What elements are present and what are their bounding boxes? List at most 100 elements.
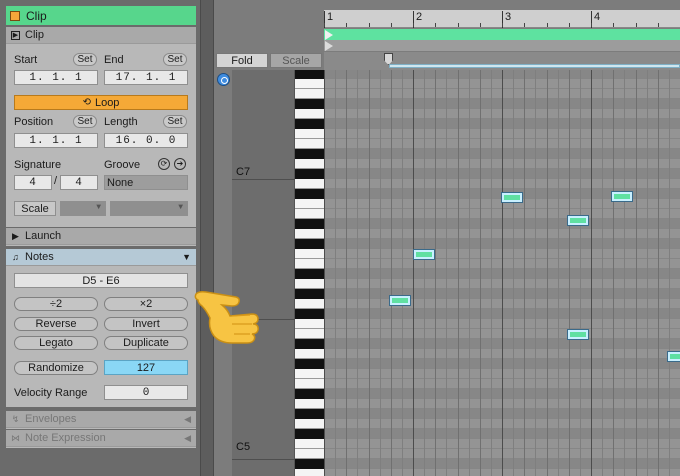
clip-section-header[interactable]: ▶ Clip bbox=[6, 27, 196, 44]
piano-white-key[interactable] bbox=[295, 449, 324, 459]
scale-name-select[interactable]: ▼ bbox=[110, 201, 188, 216]
randomize-amount-field[interactable]: 127 bbox=[104, 360, 188, 375]
note-grid[interactable] bbox=[324, 70, 680, 476]
scale-root-select[interactable]: ▼ bbox=[60, 201, 106, 216]
randomize-button[interactable]: Randomize bbox=[14, 361, 98, 375]
reverse-button[interactable]: Reverse bbox=[14, 317, 98, 331]
piano-black-key[interactable] bbox=[295, 149, 324, 159]
piano-black-key[interactable] bbox=[295, 389, 324, 399]
expand-triangle-icon[interactable]: ◀ bbox=[184, 433, 191, 444]
piano-white-key[interactable] bbox=[295, 139, 324, 149]
piano-black-key[interactable] bbox=[295, 189, 324, 199]
piano-white-key[interactable] bbox=[295, 319, 324, 329]
loop-button[interactable]: ⟲ Loop bbox=[14, 95, 188, 110]
piano-white-key[interactable] bbox=[295, 399, 324, 409]
velocity-range-field[interactable]: 0 bbox=[104, 385, 188, 400]
piano-white-key[interactable] bbox=[295, 109, 324, 119]
double-button[interactable]: ×2 bbox=[104, 297, 188, 311]
piano-black-key[interactable] bbox=[295, 459, 324, 469]
expand-triangle-icon[interactable]: ◀ bbox=[184, 414, 191, 425]
panel-splitter[interactable] bbox=[200, 0, 214, 476]
piano-black-key[interactable] bbox=[295, 119, 324, 129]
midi-note[interactable] bbox=[501, 192, 523, 203]
preview-toggle-icon[interactable] bbox=[217, 73, 230, 86]
end-field[interactable]: 17. 1. 1 bbox=[104, 70, 188, 85]
halve-button[interactable]: ÷2 bbox=[14, 297, 98, 311]
piano-white-key[interactable] bbox=[295, 179, 324, 189]
midi-note[interactable] bbox=[567, 329, 589, 340]
piano-black-key[interactable] bbox=[295, 70, 324, 79]
scale-highlight-button[interactable]: Scale bbox=[270, 53, 322, 68]
start-marker-icon[interactable] bbox=[325, 30, 333, 40]
clip-color-square-icon[interactable] bbox=[10, 10, 20, 21]
ruler-tick bbox=[546, 23, 548, 27]
signature-numerator-field[interactable]: 4 bbox=[14, 175, 52, 190]
piano-white-key[interactable] bbox=[295, 299, 324, 309]
midi-note[interactable] bbox=[667, 351, 680, 362]
piano-white-key[interactable] bbox=[295, 439, 324, 449]
scale-toggle-button[interactable]: Scale bbox=[14, 201, 56, 216]
piano-black-key[interactable] bbox=[295, 409, 324, 419]
groove-hotswap-icon[interactable]: ⟳ bbox=[158, 158, 170, 170]
loop-brace-row[interactable] bbox=[324, 40, 680, 51]
notes-section-header[interactable]: ♫ Notes ▼ bbox=[6, 249, 196, 266]
piano-white-key[interactable] bbox=[295, 259, 324, 269]
piano-black-key[interactable] bbox=[295, 269, 324, 279]
piano-white-key[interactable] bbox=[295, 209, 324, 219]
collapse-triangle-icon[interactable]: ▼ bbox=[182, 252, 191, 262]
piano-black-key[interactable] bbox=[295, 289, 324, 299]
fold-button[interactable]: Fold bbox=[216, 53, 268, 68]
midi-note[interactable] bbox=[611, 191, 633, 202]
piano-white-key[interactable] bbox=[295, 89, 324, 99]
note-expression-section-header[interactable]: ⋈ Note Expression ◀ bbox=[6, 430, 196, 447]
midi-note[interactable] bbox=[389, 295, 411, 306]
piano-white-key[interactable] bbox=[295, 369, 324, 379]
note-range-display[interactable]: D5 - E6 bbox=[14, 273, 188, 288]
piano-black-key[interactable] bbox=[295, 99, 324, 109]
chevron-down-icon: ▼ bbox=[96, 203, 102, 212]
clip-region-bar[interactable] bbox=[324, 29, 680, 40]
piano-black-key[interactable] bbox=[295, 309, 324, 319]
end-set-button[interactable]: Set bbox=[163, 53, 187, 66]
piano-white-key[interactable] bbox=[295, 419, 324, 429]
groove-select[interactable]: None bbox=[104, 175, 188, 190]
position-field[interactable]: 1. 1. 1 bbox=[14, 133, 98, 148]
piano-white-key[interactable] bbox=[295, 129, 324, 139]
piano-white-key[interactable] bbox=[295, 469, 324, 476]
duplicate-button[interactable]: Duplicate bbox=[104, 336, 188, 350]
beat-time-ruler[interactable]: 1 2 3 4 bbox=[324, 10, 680, 28]
piano-white-key[interactable] bbox=[295, 279, 324, 289]
piano-white-key[interactable] bbox=[295, 199, 324, 209]
invert-button[interactable]: Invert bbox=[104, 317, 188, 331]
start-field[interactable]: 1. 1. 1 bbox=[14, 70, 98, 85]
launch-section-header[interactable]: ▶ Launch bbox=[6, 228, 196, 245]
position-set-button[interactable]: Set bbox=[73, 115, 97, 128]
midi-note[interactable] bbox=[567, 215, 589, 226]
piano-white-key[interactable] bbox=[295, 249, 324, 259]
piano-black-key[interactable] bbox=[295, 339, 324, 349]
piano-black-key[interactable] bbox=[295, 169, 324, 179]
end-marker-icon[interactable] bbox=[325, 41, 333, 51]
piano-white-key[interactable] bbox=[295, 329, 324, 339]
clip-title-bar[interactable]: Clip bbox=[6, 6, 196, 25]
piano-white-key[interactable] bbox=[295, 229, 324, 239]
length-set-button[interactable]: Set bbox=[163, 115, 187, 128]
midi-note[interactable] bbox=[413, 249, 435, 260]
envelopes-section-header[interactable]: ↯ Envelopes ◀ bbox=[6, 411, 196, 428]
start-set-button[interactable]: Set bbox=[73, 53, 97, 66]
piano-white-key[interactable] bbox=[295, 79, 324, 89]
collapse-square-icon[interactable]: ▶ bbox=[11, 30, 20, 40]
piano-keyboard[interactable] bbox=[295, 70, 324, 476]
piano-white-key[interactable] bbox=[295, 349, 324, 359]
piano-black-key[interactable] bbox=[295, 219, 324, 229]
piano-black-key[interactable] bbox=[295, 429, 324, 439]
piano-white-key[interactable] bbox=[295, 379, 324, 389]
signature-denominator-field[interactable]: 4 bbox=[60, 175, 98, 190]
piano-black-key[interactable] bbox=[295, 239, 324, 249]
groove-commit-icon[interactable]: ➔ bbox=[174, 158, 186, 170]
loop-region-bar[interactable] bbox=[389, 64, 680, 68]
length-field[interactable]: 16. 0. 0 bbox=[104, 133, 188, 148]
piano-black-key[interactable] bbox=[295, 359, 324, 369]
legato-button[interactable]: Legato bbox=[14, 336, 98, 350]
piano-white-key[interactable] bbox=[295, 159, 324, 169]
